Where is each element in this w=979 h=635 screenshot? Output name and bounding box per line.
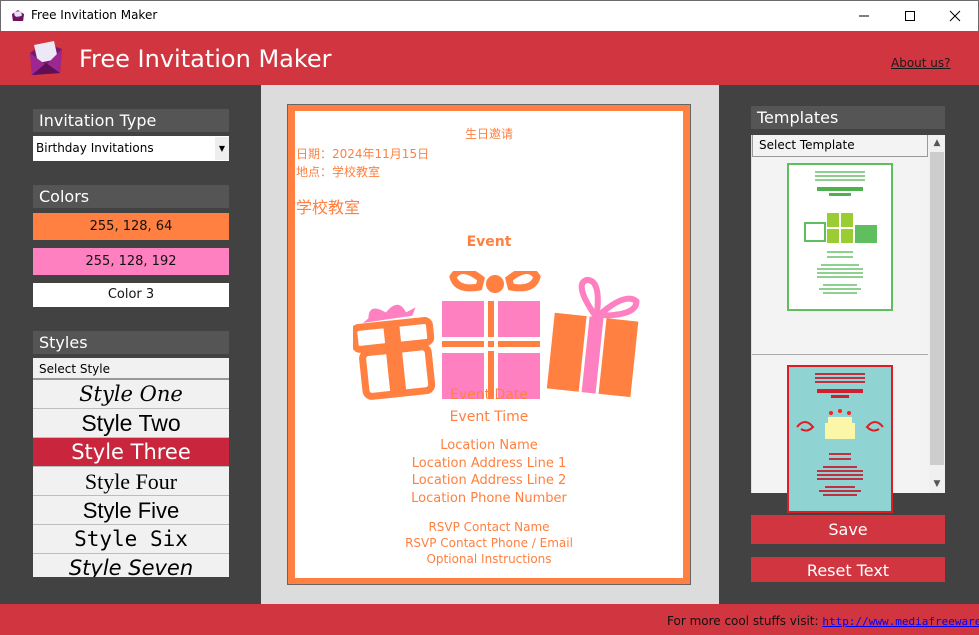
minimize-button[interactable] [841,1,886,31]
preview-area: 生日邀请 日期：2024年11月15日 地点：学校教室 学校教室 Event E… [261,85,719,604]
app-brand-title: Free Invitation Maker [79,45,332,73]
center-gift-icon [442,271,541,399]
color-2-button[interactable]: 255, 128, 192 [33,248,229,275]
save-button[interactable]: Save [751,515,945,544]
dropdown-arrow-icon[interactable]: ▼ [215,137,229,160]
invitation-type-select[interactable]: Birthday Invitations ▼ [33,136,229,161]
invitation-type-value: Birthday Invitations [36,141,154,155]
minimize-icon [858,15,869,17]
templates-placeholder: Select Template [752,135,928,157]
template-thumb-teal[interactable] [787,365,893,513]
card-rsvp-contact[interactable]: RSVP Contact Phone / Email [295,536,683,550]
style-option[interactable]: Style Seven [33,554,229,577]
styles-list[interactable]: Select Style Style One Style Two Style T… [33,358,229,577]
template-thumb-green[interactable] [787,163,893,311]
card-date-line[interactable]: 日期：2024年11月15日 [296,145,429,162]
window-title: Free Invitation Maker [31,8,158,22]
card-location-name[interactable]: Location Name [295,438,683,453]
style-option[interactable]: Style Six [33,525,229,554]
colors-heading: Colors [33,185,229,208]
color-3-button[interactable]: Color 3 [33,283,229,307]
scroll-down-icon[interactable]: ▼ [929,476,945,492]
footer-label: For more cool stuffs visit: [667,614,823,628]
card-address-2[interactable]: Location Address Line 2 [295,473,683,488]
footer-text: For more cool stuffs visit: http://www.m… [667,614,979,628]
title-bar: Free Invitation Maker [0,0,979,31]
styles-heading: Styles [33,331,229,354]
left-panel: Invitation Type Birthday Invitations ▼ C… [33,109,229,577]
style-option-selected[interactable]: Style Three [33,438,229,467]
style-option[interactable]: Style Four [33,467,229,496]
scrollbar-thumb[interactable] [930,152,944,465]
right-panel: Templates Select Template ▲ ▼ [751,106,945,513]
card-large-line[interactable]: 学校教室 [296,194,360,218]
close-icon [949,10,960,22]
style-option[interactable]: Style One [33,380,229,409]
invitation-card: 生日邀请 日期：2024年11月15日 地点：学校教室 学校教室 Event E… [287,104,691,585]
card-title[interactable]: 生日邀请 [295,125,683,142]
logo-envelope-icon [30,41,62,75]
website-link[interactable]: http://www.mediafreeware.co [822,615,979,628]
invitation-card-body: 生日邀请 日期：2024年11月15日 地点：学校教室 学校教室 Event E… [295,111,683,578]
card-place-line[interactable]: 地点：学校教室 [296,163,380,180]
card-event-date[interactable]: Event Date [295,387,683,403]
card-rsvp-name[interactable]: RSVP Contact Name [295,520,683,534]
styles-placeholder: Select Style [33,358,229,380]
templates-divider [752,354,928,355]
right-gift-icon [546,276,640,398]
footer-bar: For more cool stuffs visit: http://www.m… [0,604,979,635]
about-us-link[interactable]: About us? [891,56,951,70]
reset-text-button[interactable]: Reset Text [751,557,945,582]
app-envelope-icon [12,10,24,21]
card-instructions[interactable]: Optional Instructions [295,552,683,566]
style-option[interactable]: Style Five [33,496,229,525]
invitation-type-heading: Invitation Type [33,109,229,132]
style-option[interactable]: Style Two [33,409,229,438]
card-phone[interactable]: Location Phone Number [295,491,683,506]
maximize-icon [904,11,915,21]
templates-list[interactable]: Select Template ▲ ▼ [751,135,945,513]
close-button[interactable] [932,1,977,31]
app-header: Free Invitation Maker About us? [0,31,979,85]
scroll-up-icon[interactable]: ▲ [929,135,945,151]
card-address-1[interactable]: Location Address Line 1 [295,456,683,471]
templates-heading: Templates [751,106,945,129]
left-gift-icon [353,304,436,400]
templates-scrollbar[interactable]: ▲ ▼ [929,135,945,493]
card-event-time[interactable]: Event Time [295,409,683,425]
color-1-button[interactable]: 255, 128, 64 [33,213,229,240]
card-event[interactable]: Event [295,234,683,250]
maximize-button[interactable] [887,1,932,31]
